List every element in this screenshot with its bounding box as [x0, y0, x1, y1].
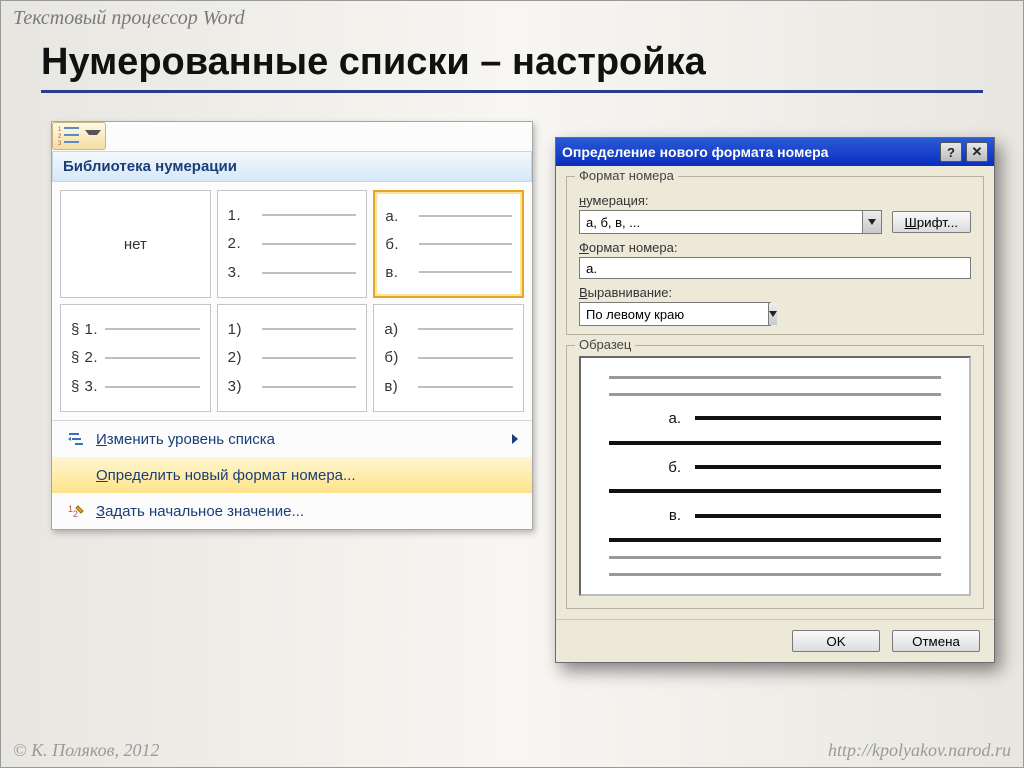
- chevron-right-icon: [512, 434, 518, 444]
- svg-text:2: 2: [73, 509, 78, 519]
- gallery-tile[interactable]: а.б.в.: [373, 190, 524, 298]
- footer-left: © К. Поляков, 2012: [13, 740, 159, 761]
- menu-change-level-label: Изменить уровень списка: [96, 431, 275, 448]
- format-label: Формат номера:: [579, 240, 971, 255]
- chevron-down-icon: [85, 130, 101, 143]
- numbered-list-icon: 1 2 3: [57, 125, 83, 147]
- numbering-ribbon-button[interactable]: 1 2 3: [52, 122, 106, 150]
- preview-area: а. б. в.: [579, 356, 971, 596]
- gallery-tile[interactable]: § 1.§ 2.§ 3.: [60, 304, 211, 412]
- alignment-value[interactable]: [580, 303, 768, 325]
- svg-text:3: 3: [58, 141, 62, 147]
- numbering-gallery-panel: 1 2 3 Библиотека нумерации нет1.2.3.а.б.…: [51, 121, 533, 530]
- menu-define-format[interactable]: Определить новый формат номера...: [52, 457, 532, 493]
- preview-marker: б.: [659, 459, 681, 476]
- font-button[interactable]: Шрифт...: [892, 211, 972, 233]
- menu-change-level[interactable]: Изменить уровень списка: [52, 421, 532, 457]
- close-button[interactable]: ✕: [966, 142, 988, 162]
- dialog-footer: OK Отмена: [556, 619, 994, 662]
- format-input[interactable]: [579, 257, 971, 279]
- gallery-tile[interactable]: 1)2)3): [217, 304, 368, 412]
- set-value-icon: 12: [66, 501, 86, 521]
- numbering-value[interactable]: [580, 211, 862, 233]
- menu-set-start[interactable]: 12 Задать начальное значение...: [52, 493, 532, 529]
- gallery-tile[interactable]: нет: [60, 190, 211, 298]
- dropdown-button[interactable]: [862, 211, 881, 233]
- numbering-label: нумерация:: [579, 193, 971, 208]
- help-button[interactable]: ?: [940, 142, 962, 162]
- svg-text:1: 1: [58, 127, 62, 133]
- cancel-button[interactable]: Отмена: [892, 630, 980, 652]
- dropdown-button[interactable]: [768, 303, 777, 325]
- format-group-legend: Формат номера: [575, 168, 678, 183]
- format-group: Формат номера нумерация: Шрифт... Формат…: [566, 176, 984, 335]
- gallery-header: Библиотека нумерации: [52, 151, 532, 182]
- slide-header: Текстовый процессор Word: [13, 7, 245, 30]
- preview-marker: в.: [659, 507, 681, 524]
- ok-button[interactable]: OK: [792, 630, 880, 652]
- preview-legend: Образец: [575, 337, 635, 352]
- preview-group: Образец а. б. в.: [566, 345, 984, 609]
- gallery-tile[interactable]: 1.2.3.: [217, 190, 368, 298]
- gallery-grid: нет1.2.3.а.б.в. § 1.§ 2.§ 3.1)2)3)а)б)в): [52, 182, 532, 420]
- menu-set-start-label: Задать начальное значение...: [96, 503, 304, 520]
- numbering-select[interactable]: [579, 210, 882, 234]
- dialog-titlebar: Определение нового формата номера ? ✕: [556, 138, 994, 166]
- blank-icon: [66, 465, 86, 485]
- dialog-title: Определение нового формата номера: [562, 144, 936, 160]
- align-label: Выравнивание:: [579, 285, 971, 300]
- page-title: Нумерованные списки – настройка: [41, 41, 983, 93]
- define-number-format-dialog: Определение нового формата номера ? ✕ Фо…: [555, 137, 995, 663]
- preview-marker: а.: [659, 410, 681, 427]
- footer-right: http://kpolyakov.narod.ru: [828, 740, 1011, 761]
- gallery-tile[interactable]: а)б)в): [373, 304, 524, 412]
- menu-define-format-label: Определить новый формат номера...: [96, 467, 356, 484]
- alignment-select[interactable]: [579, 302, 771, 326]
- change-level-icon: [66, 429, 86, 449]
- svg-text:2: 2: [58, 134, 62, 140]
